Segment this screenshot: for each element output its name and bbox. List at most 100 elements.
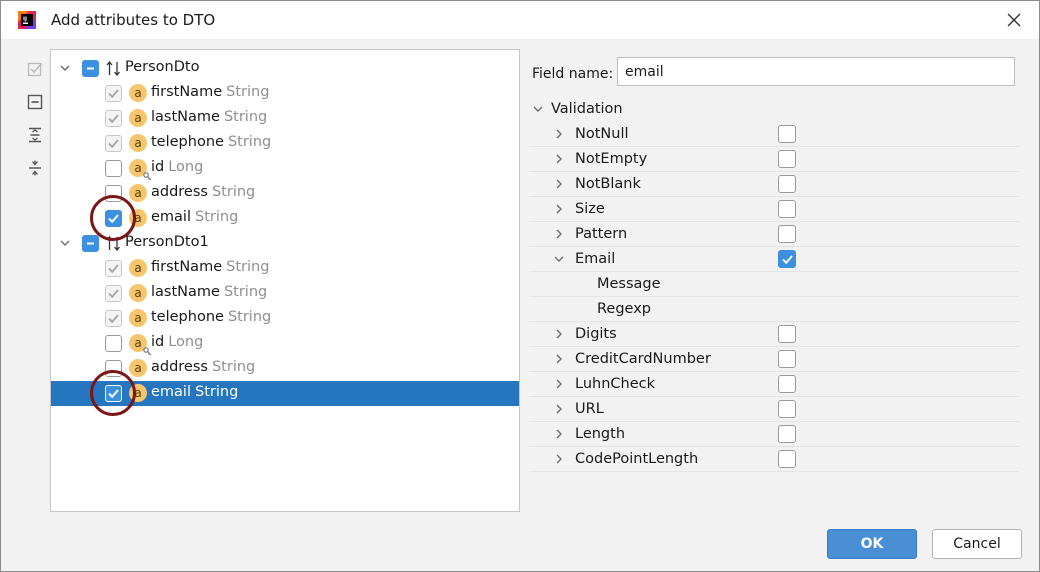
constraint-expander[interactable] xyxy=(553,353,565,365)
constraint-expander[interactable] xyxy=(553,428,565,440)
collapse-button[interactable] xyxy=(25,158,45,178)
chevron-down-icon xyxy=(60,240,70,246)
attribute-type: Long xyxy=(168,159,204,175)
group-name: PersonDto xyxy=(125,59,200,75)
attribute-checkbox[interactable] xyxy=(105,210,122,227)
constraint-checkbox[interactable] xyxy=(778,375,796,393)
attribute-type: String xyxy=(226,259,270,275)
tree-attribute-row[interactable]: a telephone String xyxy=(51,131,519,156)
attribute-icon: a xyxy=(129,159,152,181)
constraint-checkbox[interactable] xyxy=(778,250,796,268)
tree-attribute-row[interactable]: a address String xyxy=(51,181,519,206)
tree-attribute-row[interactable]: a address String xyxy=(51,356,519,381)
attribute-checkbox[interactable] xyxy=(105,360,122,377)
group-name: PersonDto1 xyxy=(125,234,209,250)
collapse-all-button[interactable] xyxy=(25,92,45,112)
constraint-row[interactable]: NotBlank xyxy=(529,172,1019,197)
attribute-checkbox[interactable] xyxy=(105,185,122,202)
expand-all-icon xyxy=(29,127,41,143)
field-name-input[interactable] xyxy=(617,57,1015,86)
constraint-expander[interactable] xyxy=(553,153,565,165)
constraint-checkbox[interactable] xyxy=(778,450,796,468)
cancel-button[interactable]: Cancel xyxy=(932,529,1022,559)
constraint-option-row[interactable]: Message xyxy=(529,272,1019,297)
attribute-name-text: firstName xyxy=(151,84,223,100)
tree-attribute-row[interactable]: a firstName String xyxy=(51,256,519,281)
attribute-checkbox[interactable] xyxy=(105,310,122,327)
constraint-expander[interactable] xyxy=(553,453,565,465)
constraint-row[interactable]: CodePointLength xyxy=(529,447,1019,472)
constraint-expander[interactable] xyxy=(553,128,565,140)
constraint-row[interactable]: LuhnCheck xyxy=(529,372,1019,397)
constraint-checkbox[interactable] xyxy=(778,225,796,243)
constraint-expander[interactable] xyxy=(553,203,565,215)
tree-attribute-row[interactable]: a id Long xyxy=(51,156,519,181)
attribute-checkbox[interactable] xyxy=(105,110,122,127)
tree-attribute-row[interactable]: a lastName String xyxy=(51,281,519,306)
constraint-row[interactable]: NotEmpty xyxy=(529,147,1019,172)
constraint-label: URL xyxy=(575,401,604,417)
tree-attribute-row[interactable]: a id Long xyxy=(51,331,519,356)
ok-button[interactable]: OK xyxy=(827,529,917,559)
constraint-expander[interactable] xyxy=(553,328,565,340)
constraint-checkbox[interactable] xyxy=(778,125,796,143)
class-sort-icon xyxy=(106,235,120,252)
checkmark-icon xyxy=(781,254,793,264)
constraint-row[interactable]: URL xyxy=(529,397,1019,422)
constraint-row[interactable]: NotNull xyxy=(529,122,1019,147)
constraint-checkbox[interactable] xyxy=(778,175,796,193)
constraint-checkbox[interactable] xyxy=(778,425,796,443)
attribute-checkbox[interactable] xyxy=(105,85,122,102)
constraint-expander[interactable] xyxy=(553,403,565,415)
class-sort-icon xyxy=(106,60,120,77)
tree-attribute-row[interactable]: a lastName String xyxy=(51,106,519,131)
chevron-right-icon xyxy=(556,379,562,389)
select-all-button[interactable] xyxy=(25,59,45,79)
validation-expander[interactable] xyxy=(532,103,544,115)
constraint-expander[interactable] xyxy=(553,378,565,390)
constraint-row[interactable]: Digits xyxy=(529,322,1019,347)
group-expander[interactable] xyxy=(59,237,71,249)
tree-group-row[interactable]: PersonDto xyxy=(51,56,519,81)
attribute-checkbox[interactable] xyxy=(105,260,122,277)
attribute-name-text: email xyxy=(151,209,191,225)
title-bar: IJ Add attributes to DTO xyxy=(1,1,1039,39)
constraint-checkbox[interactable] xyxy=(778,350,796,368)
constraint-option-row[interactable]: Regexp xyxy=(529,297,1019,322)
attribute-checkbox[interactable] xyxy=(105,160,122,177)
attribute-checkbox[interactable] xyxy=(105,285,122,302)
constraint-label: Size xyxy=(575,201,605,217)
tree-attribute-row[interactable]: a firstName String xyxy=(51,81,519,106)
constraint-checkbox[interactable] xyxy=(778,200,796,218)
attribute-checkbox[interactable] xyxy=(105,335,122,352)
constraint-row[interactable]: CreditCardNumber xyxy=(529,347,1019,372)
checkmark-icon xyxy=(108,139,119,149)
constraint-row[interactable]: Length xyxy=(529,422,1019,447)
attribute-icon: a xyxy=(129,109,147,127)
constraint-expander[interactable] xyxy=(553,228,565,240)
group-checkbox[interactable] xyxy=(82,235,99,252)
constraint-checkbox[interactable] xyxy=(778,150,796,168)
attribute-checkbox[interactable] xyxy=(105,385,122,402)
group-checkbox[interactable] xyxy=(82,60,99,77)
tree-attribute-row[interactable]: a email String xyxy=(51,381,519,406)
constraint-expander[interactable] xyxy=(553,178,565,190)
constraint-row[interactable]: Pattern xyxy=(529,222,1019,247)
constraint-checkbox[interactable] xyxy=(778,325,796,343)
close-button[interactable] xyxy=(991,1,1037,39)
group-expander[interactable] xyxy=(59,62,71,74)
attribute-type: String xyxy=(211,184,256,200)
tree-attribute-row[interactable]: a telephone String xyxy=(51,306,519,331)
tree-attribute-row[interactable]: a email String xyxy=(51,206,519,231)
tree-group-row[interactable]: PersonDto1 xyxy=(51,231,519,256)
dto-tree: PersonDto a firstName String a lastName String… xyxy=(50,49,520,512)
constraint-row[interactable]: Email xyxy=(529,247,1019,272)
constraint-row[interactable]: Size xyxy=(529,197,1019,222)
attribute-type: String xyxy=(195,209,239,225)
expand-all-button[interactable] xyxy=(25,125,45,145)
attribute-checkbox[interactable] xyxy=(105,135,122,152)
attribute-name: telephone String xyxy=(151,134,271,150)
validation-header[interactable]: Validation xyxy=(529,97,1019,122)
constraint-expander[interactable] xyxy=(553,253,565,265)
constraint-checkbox[interactable] xyxy=(778,400,796,418)
